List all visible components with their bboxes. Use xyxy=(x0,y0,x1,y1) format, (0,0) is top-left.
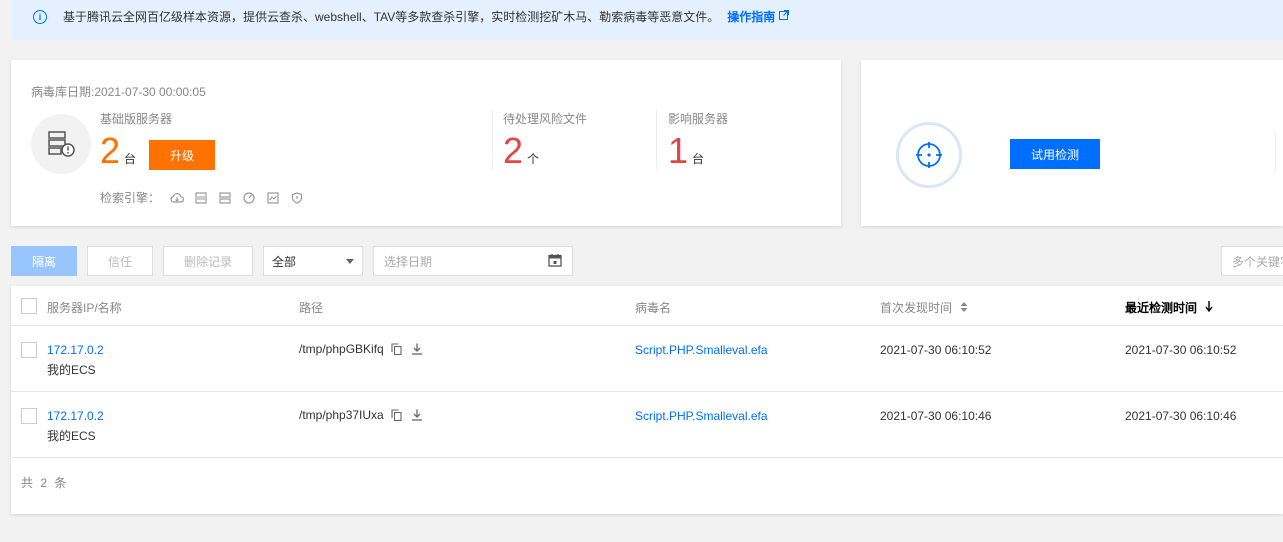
shield-engine-icon xyxy=(290,191,304,205)
path-cell: /tmp/phpGBKifq xyxy=(299,342,424,356)
date-picker-input[interactable]: 选择日期 xyxy=(373,246,573,276)
column-path: 路径 xyxy=(299,301,324,315)
copy-icon[interactable] xyxy=(390,342,404,356)
basic-servers-label: 基础版服务器 xyxy=(100,112,173,126)
scan-card: 试用检测 xyxy=(861,60,1283,226)
date-placeholder: 选择日期 xyxy=(384,254,433,269)
status-filter-select[interactable]: 全部 xyxy=(263,246,363,276)
sort-icon[interactable] xyxy=(960,301,968,315)
copy-icon[interactable] xyxy=(390,408,404,422)
pending-files-count[interactable]: 2 xyxy=(503,133,523,169)
caret-down-icon xyxy=(346,258,354,264)
virus-name-link[interactable]: Script.PHP.Smalleval.efa xyxy=(635,343,768,357)
column-first-seen[interactable]: 首次发现时间 xyxy=(880,299,968,316)
pending-files-stat: 待处理风险文件 2个 xyxy=(503,110,587,169)
column-last-seen[interactable]: 最近检测时间 xyxy=(1125,299,1213,316)
notice-bar: i 基于腾讯云全网百亿级样本资源，提供云查杀、webshell、TAV等多款查杀… xyxy=(11,0,1283,40)
pending-files-unit: 个 xyxy=(527,152,540,166)
scan-target-icon xyxy=(896,122,962,188)
table-row: 172.17.0.2 我的ECS /tmp/phpGBKifq Script.P… xyxy=(11,326,1283,392)
virus-table: 服务器IP/名称 路径 病毒名 首次发现时间 最近检测时间 172.17.0.2… xyxy=(11,286,1283,514)
server-name: 我的ECS xyxy=(47,429,96,443)
server-warning-icon xyxy=(31,114,91,174)
upgrade-button[interactable]: 升级 xyxy=(149,140,215,170)
info-icon: i xyxy=(33,9,47,24)
select-all-checkbox[interactable] xyxy=(21,298,37,314)
file-path: /tmp/php37IUxa xyxy=(299,408,384,422)
basic-servers-count: 2 xyxy=(100,130,121,171)
last-seen-time: 2021-07-30 06:10:46 xyxy=(1125,409,1237,423)
status-filter-value: 全部 xyxy=(272,254,297,269)
trust-button[interactable]: 信任 xyxy=(87,246,153,276)
row-checkbox[interactable] xyxy=(21,342,37,358)
basic-servers-unit: 台 xyxy=(124,152,137,166)
divider xyxy=(492,110,493,170)
server-cell: 172.17.0.2 我的ECS xyxy=(47,343,104,378)
chart-engine-icon xyxy=(266,191,280,205)
column-server: 服务器IP/名称 xyxy=(47,301,122,315)
server-cell: 172.17.0.2 我的ECS xyxy=(47,409,104,444)
download-icon[interactable] xyxy=(410,408,424,422)
affected-servers-unit: 台 xyxy=(692,152,705,166)
engines-row: 检索引擎： xyxy=(100,189,304,206)
table-row: 172.17.0.2 我的ECS /tmp/php37IUxa Script.P… xyxy=(11,392,1283,458)
first-seen-time: 2021-07-30 06:10:46 xyxy=(880,409,992,423)
search-placeholder: 多个关键字 xyxy=(1232,254,1283,269)
gauge-engine-icon xyxy=(242,191,256,205)
keyword-search-input[interactable]: 多个关键字 xyxy=(1221,246,1283,276)
column-virus-name: 病毒名 xyxy=(635,301,672,315)
virus-db-date: 病毒库日期:2021-07-30 00:00:05 xyxy=(31,85,206,99)
server-ip-link[interactable]: 172.17.0.2 xyxy=(47,409,104,423)
table-header: 服务器IP/名称 路径 病毒名 首次发现时间 最近检测时间 xyxy=(11,286,1283,326)
pending-files-label: 待处理风险文件 xyxy=(503,112,588,126)
affected-servers-label: 影响服务器 xyxy=(668,112,729,126)
column-first-seen-label: 首次发现时间 xyxy=(880,301,953,315)
server-name: 我的ECS xyxy=(47,363,96,377)
webshell-engine-icon xyxy=(194,191,208,205)
path-cell: /tmp/php37IUxa xyxy=(299,408,424,422)
calendar-icon xyxy=(548,253,562,270)
total-count: 共 2 条 xyxy=(21,476,69,490)
delete-records-button[interactable]: 删除记录 xyxy=(163,246,253,276)
row-checkbox[interactable] xyxy=(21,408,37,424)
server-engine-icon xyxy=(218,191,232,205)
trial-scan-button[interactable]: 试用检测 xyxy=(1010,139,1100,169)
notice-text: 基于腾讯云全网百亿级样本资源，提供云查杀、webshell、TAV等多款查杀引擎… xyxy=(63,10,720,24)
divider xyxy=(1275,132,1276,172)
server-ip-link[interactable]: 172.17.0.2 xyxy=(47,343,104,357)
sort-descending-icon[interactable] xyxy=(1205,300,1213,315)
column-last-seen-label: 最近检测时间 xyxy=(1125,301,1198,315)
first-seen-time: 2021-07-30 06:10:52 xyxy=(880,343,992,357)
summary-card: 病毒库日期:2021-07-30 00:00:05 基础版服务器 2台 升级 待… xyxy=(11,60,841,226)
affected-servers-count[interactable]: 1 xyxy=(668,133,688,169)
guide-link[interactable]: 操作指南 xyxy=(727,8,775,25)
virus-name-link[interactable]: Script.PHP.Smalleval.efa xyxy=(635,409,768,423)
engines-label: 检索引擎： xyxy=(100,191,161,205)
external-link-icon[interactable] xyxy=(779,10,790,23)
affected-servers-stat: 影响服务器 1台 xyxy=(668,110,728,169)
divider xyxy=(656,110,657,170)
file-path: /tmp/phpGBKifq xyxy=(299,342,384,356)
last-seen-time: 2021-07-30 06:10:52 xyxy=(1125,343,1237,357)
download-icon[interactable] xyxy=(410,342,424,356)
cloud-engine-icon xyxy=(170,191,185,205)
isolate-button[interactable]: 隔离 xyxy=(11,246,77,276)
